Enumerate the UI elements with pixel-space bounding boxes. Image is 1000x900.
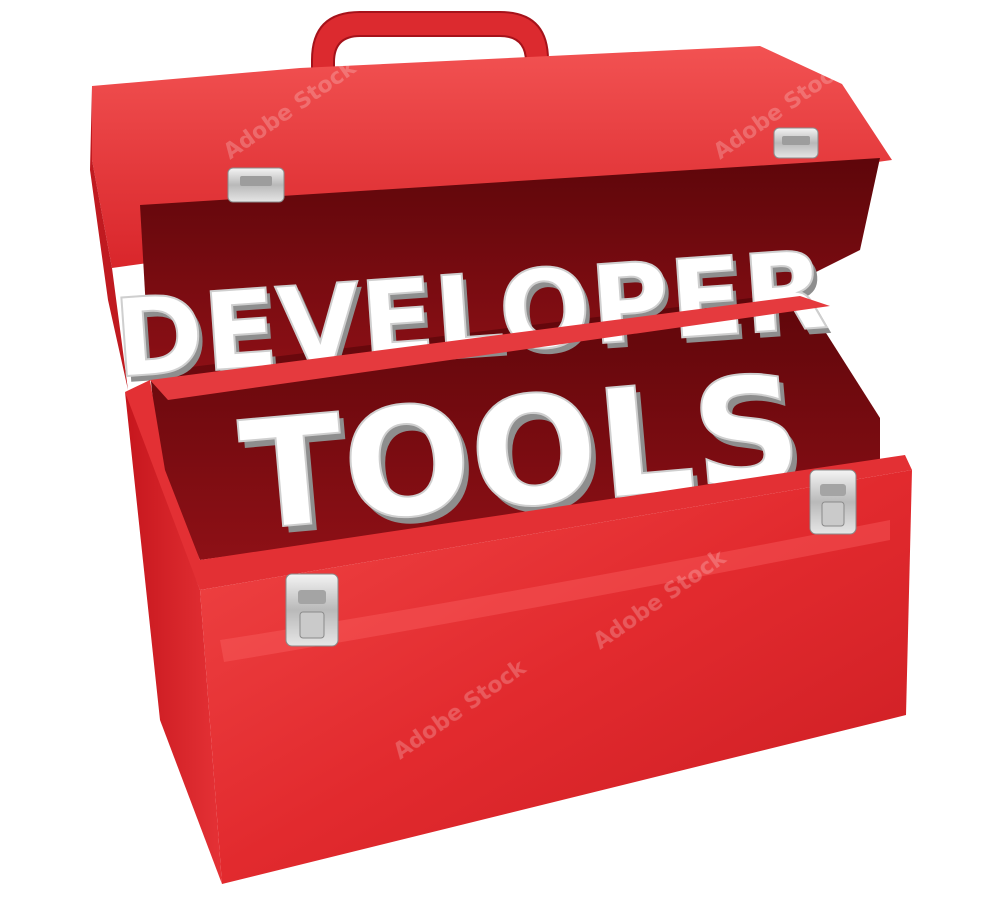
latch-icon — [227, 167, 285, 203]
toolbox-illustration: DEVELOPER DEVELOPER TOOLS TOOLS Adobe St… — [90, 11, 912, 884]
latch-icon — [285, 573, 339, 647]
latch-icon — [809, 469, 857, 535]
latch-icon — [773, 127, 819, 159]
